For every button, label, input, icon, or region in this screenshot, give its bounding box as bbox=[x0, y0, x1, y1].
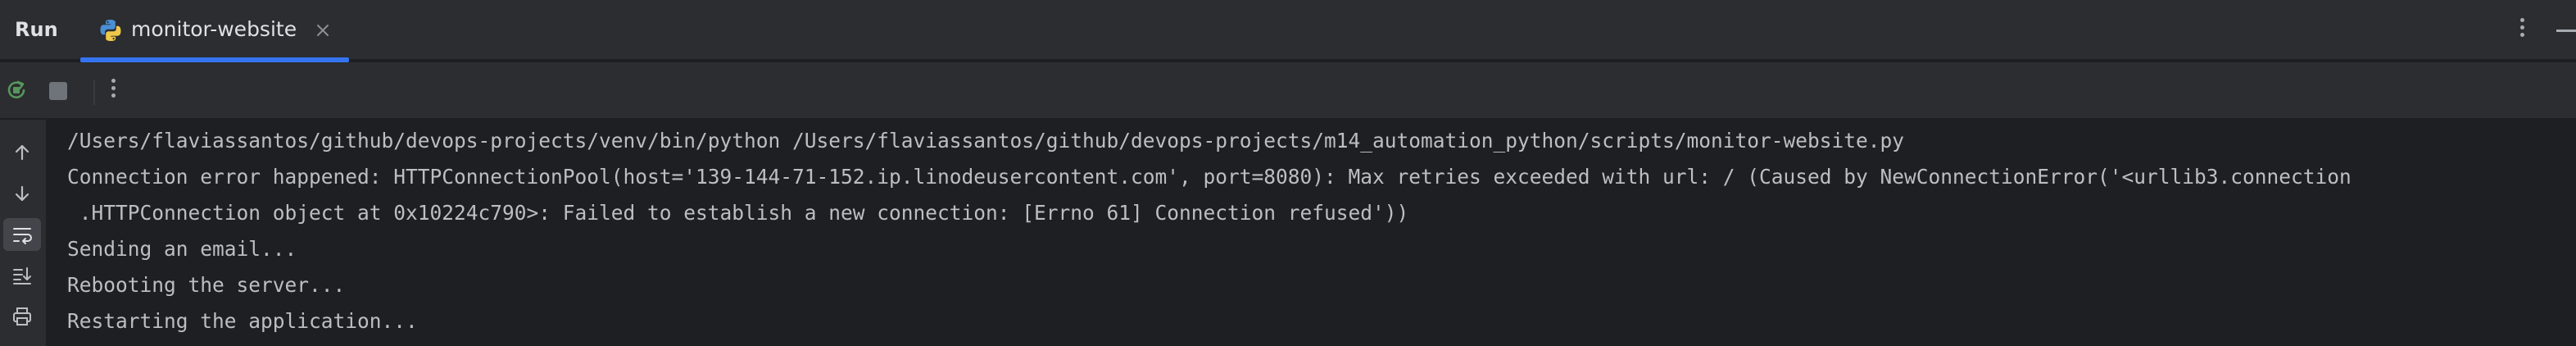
console-output[interactable]: /Users/flaviassantos/github/devops-proje… bbox=[46, 120, 2576, 346]
rerun-icon[interactable] bbox=[2, 75, 31, 105]
toolbar-divider bbox=[93, 80, 95, 105]
kebab-menu-icon[interactable] bbox=[105, 75, 121, 105]
console-line: Connection error happened: HTTPConnectio… bbox=[67, 165, 2352, 189]
console-line: Sending an email... bbox=[67, 237, 297, 261]
console-line: Rebooting the server... bbox=[67, 273, 346, 297]
scroll-to-end-icon[interactable] bbox=[3, 259, 41, 292]
print-icon[interactable] bbox=[3, 300, 41, 333]
tab-monitor-website[interactable]: monitor-website bbox=[80, 0, 349, 62]
kebab-menu-icon[interactable] bbox=[2514, 15, 2530, 44]
stop-icon[interactable] bbox=[43, 75, 72, 105]
arrow-up-icon[interactable] bbox=[3, 136, 41, 169]
console-line: /Users/flaviassantos/github/devops-proje… bbox=[67, 129, 1905, 153]
soft-wrap-icon[interactable] bbox=[3, 218, 41, 251]
tool-window-title: Run bbox=[15, 18, 58, 41]
minimize-icon[interactable] bbox=[2556, 30, 2576, 32]
arrow-down-icon[interactable] bbox=[3, 177, 41, 210]
tab-label: monitor-website bbox=[131, 17, 297, 41]
run-toolbar bbox=[0, 62, 2576, 120]
console-gutter bbox=[0, 120, 46, 346]
run-header: Run monitor-website bbox=[0, 0, 2576, 62]
console-line: Restarting the application... bbox=[67, 309, 418, 333]
python-icon bbox=[98, 18, 123, 43]
console-line: .HTTPConnection object at 0x10224c790>: … bbox=[67, 201, 1409, 225]
run-tool-window: Run monitor-website /Users/flaviassantos… bbox=[0, 0, 2576, 346]
close-icon[interactable] bbox=[312, 20, 333, 41]
